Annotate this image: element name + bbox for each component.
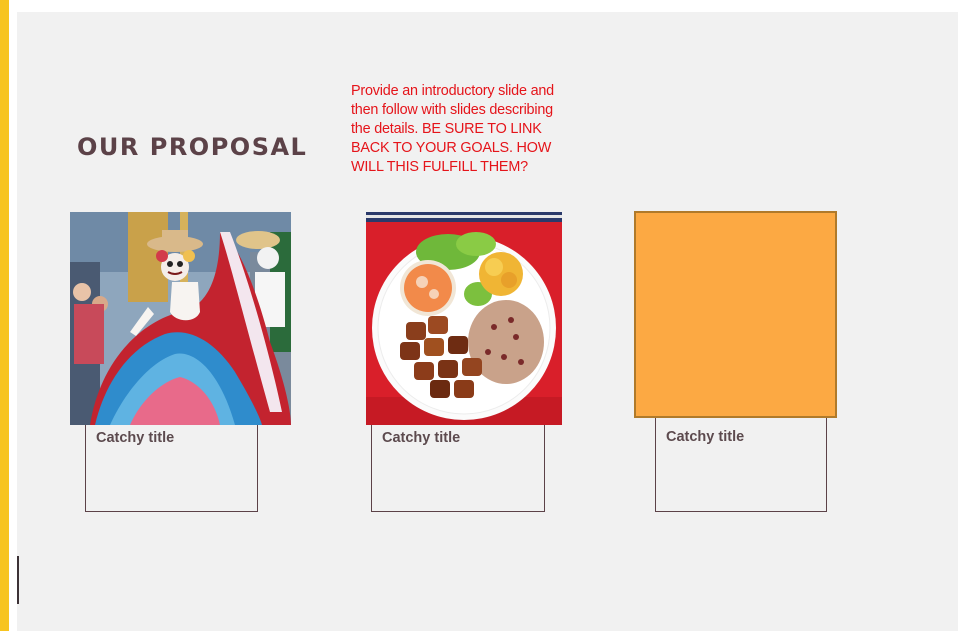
dancer-photo[interactable] <box>70 212 291 425</box>
text-cursor-mark <box>17 556 19 604</box>
slide-title[interactable]: OUR PROPOSAL <box>77 133 307 161</box>
caption-title: Catchy title <box>666 429 745 445</box>
caption-box-3[interactable]: Catchy title <box>655 418 827 512</box>
caption-title: Catchy title <box>96 430 175 446</box>
orange-placeholder-square[interactable] <box>634 211 837 418</box>
instruction-note[interactable]: Provide an introductory slide and then f… <box>351 82 561 177</box>
food-photo[interactable] <box>366 212 562 425</box>
caption-title: Catchy title <box>382 430 461 446</box>
caption-box-2[interactable]: Catchy title <box>371 425 545 512</box>
caption-box-1[interactable]: Catchy title <box>85 425 258 512</box>
accent-bar <box>0 0 9 631</box>
